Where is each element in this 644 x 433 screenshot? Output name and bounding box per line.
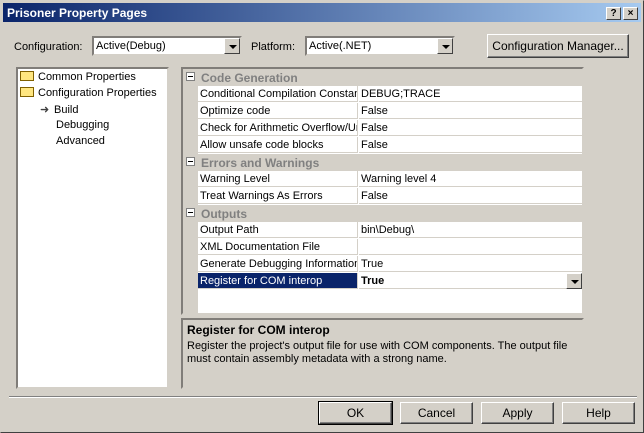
property-row[interactable]: Output Path bin\Debug\ xyxy=(183,222,582,239)
property-name: Warning Level xyxy=(198,171,358,187)
configuration-combo[interactable]: Active(Debug) xyxy=(92,36,242,56)
chevron-down-icon[interactable] xyxy=(566,273,582,289)
property-row[interactable]: Treat Warnings As Errors False xyxy=(183,188,582,205)
platform-value: Active(.NET) xyxy=(309,40,372,52)
property-row-selected[interactable]: Register for COM interop True xyxy=(183,273,582,290)
property-value[interactable]: DEBUG;TRACE xyxy=(359,86,582,102)
help-title-button[interactable]: ? xyxy=(606,7,621,20)
platform-combo[interactable]: Active(.NET) xyxy=(305,36,455,56)
property-tree: Common Properties Configuration Properti… xyxy=(16,67,169,389)
category-title: Errors and Warnings xyxy=(201,156,320,170)
tree-item-build[interactable]: ➜ Build xyxy=(40,103,78,116)
description-text: Register the project's output file for u… xyxy=(187,340,568,365)
configuration-value: Active(Debug) xyxy=(96,40,166,52)
apply-button[interactable]: Apply xyxy=(481,402,554,424)
tree-item-label: Advanced xyxy=(56,135,105,147)
divider xyxy=(9,396,637,398)
tree-item-label: Build xyxy=(54,104,79,116)
category-outputs[interactable]: Outputs xyxy=(183,205,582,222)
property-grid: Code Generation Conditional Compilation … xyxy=(181,67,584,315)
ok-button[interactable]: OK xyxy=(318,401,393,425)
property-name: Register for COM interop xyxy=(198,273,358,289)
property-row[interactable]: Conditional Compilation Constants DEBUG;… xyxy=(183,86,582,103)
property-value[interactable]: Warning level 4 xyxy=(359,171,582,187)
property-name: Optimize code xyxy=(198,103,358,119)
property-name: XML Documentation File xyxy=(198,239,358,255)
property-value[interactable]: False xyxy=(359,137,582,153)
tree-item-label: Configuration Properties xyxy=(38,87,157,99)
category-title: Outputs xyxy=(201,207,247,221)
arrow-right-icon: ➜ xyxy=(40,104,50,116)
property-row[interactable]: Warning Level Warning level 4 xyxy=(183,171,582,188)
help-button[interactable]: Help xyxy=(562,402,635,424)
property-name: Allow unsafe code blocks xyxy=(198,137,358,153)
collapse-icon[interactable] xyxy=(186,157,195,166)
tree-item-common-properties[interactable]: Common Properties xyxy=(20,71,136,83)
property-value[interactable] xyxy=(359,239,582,255)
property-row[interactable]: Generate Debugging Information True xyxy=(183,256,582,273)
collapse-icon[interactable] xyxy=(186,208,195,217)
description-panel: Register for COM interop Register the pr… xyxy=(181,318,584,389)
category-title: Code Generation xyxy=(201,71,298,85)
property-row[interactable]: XML Documentation File xyxy=(183,239,582,256)
chevron-down-icon[interactable] xyxy=(437,38,453,54)
configuration-label: Configuration: xyxy=(14,41,83,53)
description-title: Register for COM interop xyxy=(187,323,330,337)
folder-icon xyxy=(20,71,34,81)
collapse-icon[interactable] xyxy=(186,72,195,81)
tree-item-label: Debugging xyxy=(56,119,110,131)
property-value[interactable]: True xyxy=(359,273,582,289)
property-row[interactable]: Allow unsafe code blocks False xyxy=(183,137,582,154)
window-title: Prisoner Property Pages xyxy=(7,6,148,20)
tree-item-advanced[interactable]: Advanced xyxy=(56,135,105,147)
property-value[interactable]: False xyxy=(359,188,582,204)
property-value[interactable]: True xyxy=(359,256,582,272)
property-value[interactable]: False xyxy=(359,103,582,119)
title-bar: Prisoner Property Pages ? × xyxy=(3,3,641,22)
property-name: Treat Warnings As Errors xyxy=(198,188,358,204)
tree-item-configuration-properties[interactable]: Configuration Properties xyxy=(20,87,157,99)
property-pages-window: Prisoner Property Pages ? × Configuratio… xyxy=(0,0,644,433)
property-value[interactable]: bin\Debug\ xyxy=(359,222,582,238)
cancel-button[interactable]: Cancel xyxy=(400,402,473,424)
chevron-down-icon[interactable] xyxy=(224,38,240,54)
platform-label: Platform: xyxy=(251,41,296,53)
property-name: Check for Arithmetic Overflow/Underflow xyxy=(198,120,358,136)
property-name: Output Path xyxy=(198,222,358,238)
property-row[interactable]: Optimize code False xyxy=(183,103,582,120)
tree-item-debugging[interactable]: Debugging xyxy=(56,119,109,131)
configuration-manager-button[interactable]: Configuration Manager... xyxy=(487,34,629,58)
close-button[interactable]: × xyxy=(623,7,638,20)
folder-open-icon xyxy=(20,87,34,97)
category-errors-and-warnings[interactable]: Errors and Warnings xyxy=(183,154,582,171)
property-name: Conditional Compilation Constants xyxy=(198,86,358,102)
property-value[interactable]: False xyxy=(359,120,582,136)
property-row[interactable]: Check for Arithmetic Overflow/Underflow … xyxy=(183,120,582,137)
category-code-generation[interactable]: Code Generation xyxy=(183,69,582,86)
property-name: Generate Debugging Information xyxy=(198,256,358,272)
tree-item-label: Common Properties xyxy=(38,71,136,83)
